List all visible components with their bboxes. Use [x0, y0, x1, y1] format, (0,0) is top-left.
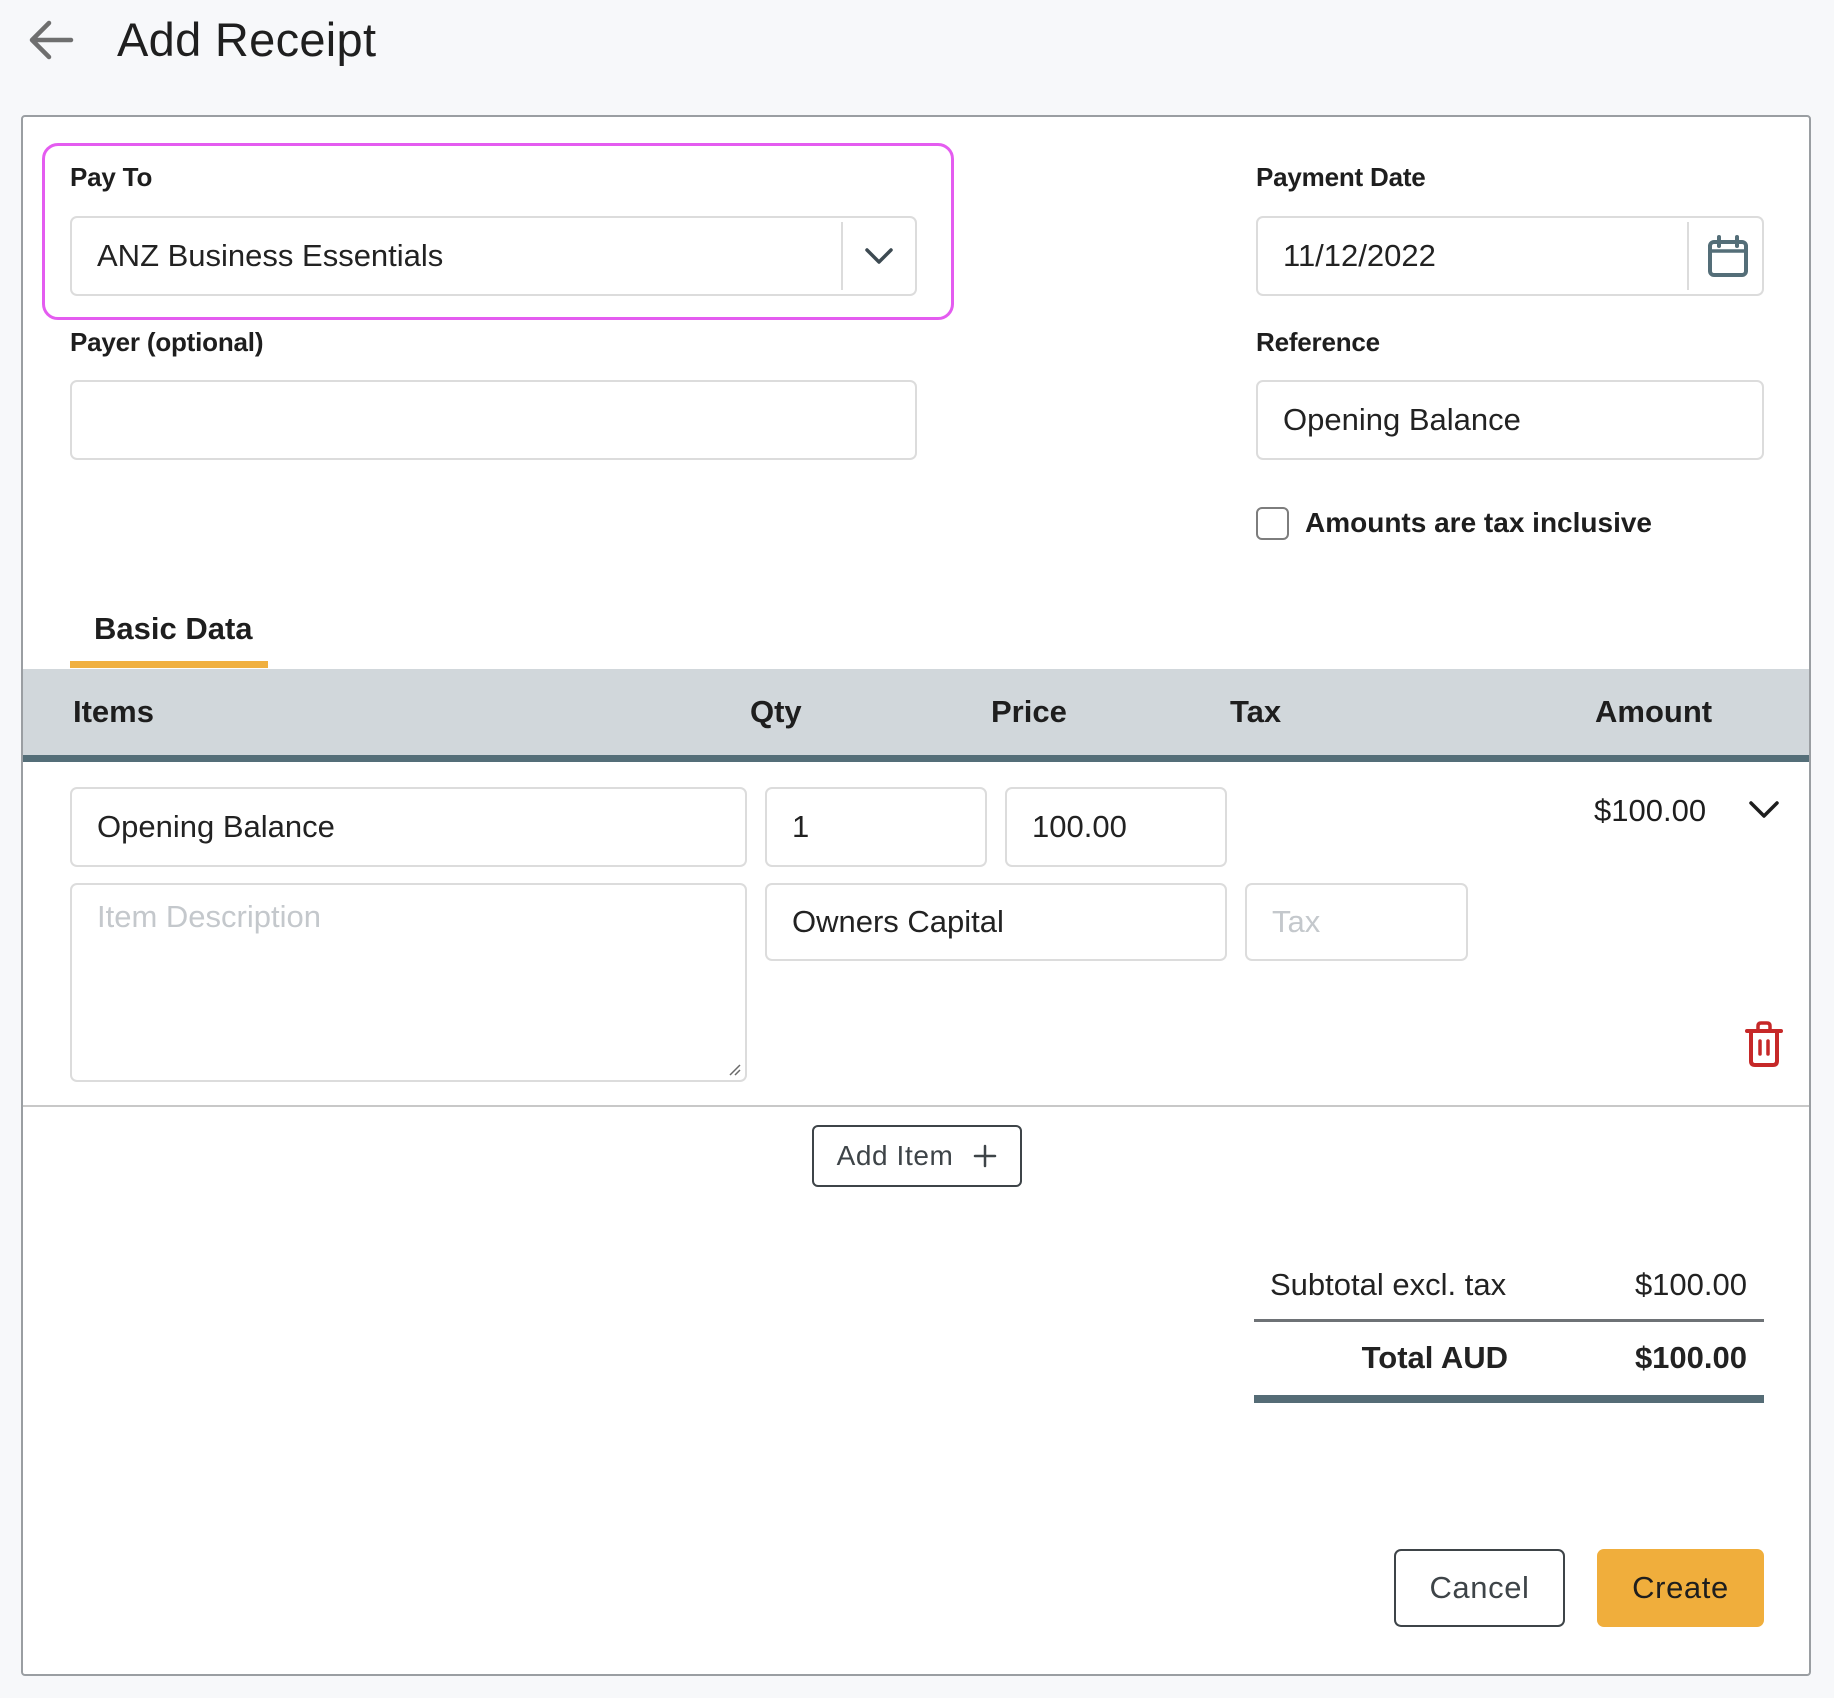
items-table-header: [23, 669, 1809, 755]
row-expand-chevron-down-icon[interactable]: [1748, 798, 1780, 822]
pay-to-select[interactable]: ANZ Business Essentials: [70, 216, 917, 296]
payer-input[interactable]: [70, 380, 917, 460]
payment-date-value: 11/12/2022: [1283, 238, 1436, 273]
item-price-input[interactable]: 100.00: [1005, 787, 1227, 867]
pay-to-label: Pay To: [70, 162, 153, 192]
item-name-value: Opening Balance: [97, 809, 335, 844]
subtotal-label: Subtotal excl. tax: [1270, 1267, 1507, 1302]
item-description-textarea[interactable]: Item Description: [70, 883, 747, 1082]
column-header-price: Price: [991, 694, 1067, 729]
arrow-left-icon: [29, 20, 74, 60]
reference-label: Reference: [1256, 327, 1380, 357]
summary-divider: [1254, 1319, 1764, 1322]
payment-date-label: Payment Date: [1256, 162, 1426, 192]
column-header-amount: Amount: [1595, 694, 1713, 729]
chevron-down-icon[interactable]: [864, 244, 894, 268]
tab-basic-data[interactable]: Basic Data: [94, 610, 253, 648]
column-header-items: Items: [73, 694, 154, 729]
add-item-label: Add Item: [836, 1140, 954, 1171]
create-button[interactable]: Create: [1597, 1549, 1764, 1627]
payer-label: Payer (optional): [70, 327, 264, 357]
total-label: Total AUD: [1361, 1340, 1508, 1375]
item-description-placeholder: Item Description: [97, 899, 321, 934]
column-header-tax: Tax: [1230, 694, 1282, 729]
tax-inclusive-checkbox[interactable]: [1256, 507, 1289, 540]
reference-input[interactable]: Opening Balance: [1256, 380, 1764, 460]
calendar-icon[interactable]: [1707, 235, 1749, 279]
date-divider: [1687, 222, 1689, 290]
page-title: Add Receipt: [117, 13, 377, 66]
item-tax-placeholder: Tax: [1272, 904, 1321, 939]
add-item-button[interactable]: Add Item: [812, 1125, 1022, 1187]
item-qty-value: 1: [792, 809, 810, 844]
total-value: $100.00: [1634, 1340, 1747, 1375]
item-qty-input[interactable]: 1: [765, 787, 987, 867]
resize-grip-icon[interactable]: [727, 1062, 741, 1076]
table-header-bar: [23, 755, 1809, 762]
cancel-button[interactable]: Cancel: [1394, 1549, 1565, 1627]
select-divider: [841, 222, 843, 290]
total-underline: [1254, 1395, 1764, 1403]
tab-active-indicator: [70, 661, 268, 668]
trash-icon[interactable]: [1745, 1021, 1783, 1067]
item-amount: $100.00: [1594, 793, 1707, 828]
subtotal-value: $100.00: [1634, 1267, 1747, 1302]
item-name-input[interactable]: Opening Balance: [70, 787, 747, 867]
item-tax-input[interactable]: Tax: [1245, 883, 1468, 961]
pay-to-value: ANZ Business Essentials: [97, 238, 444, 273]
column-header-qty: Qty: [750, 694, 802, 729]
reference-value: Opening Balance: [1283, 402, 1521, 437]
item-price-value: 100.00: [1032, 809, 1127, 844]
plus-icon: [974, 1144, 997, 1168]
item-account-value: Owners Capital: [792, 904, 1004, 939]
item-account-input[interactable]: Owners Capital: [765, 883, 1227, 961]
payment-date-input[interactable]: 11/12/2022: [1256, 216, 1764, 296]
tax-inclusive-label: Amounts are tax inclusive: [1305, 507, 1653, 538]
row-separator: [23, 1105, 1809, 1107]
back-button[interactable]: [27, 18, 75, 62]
